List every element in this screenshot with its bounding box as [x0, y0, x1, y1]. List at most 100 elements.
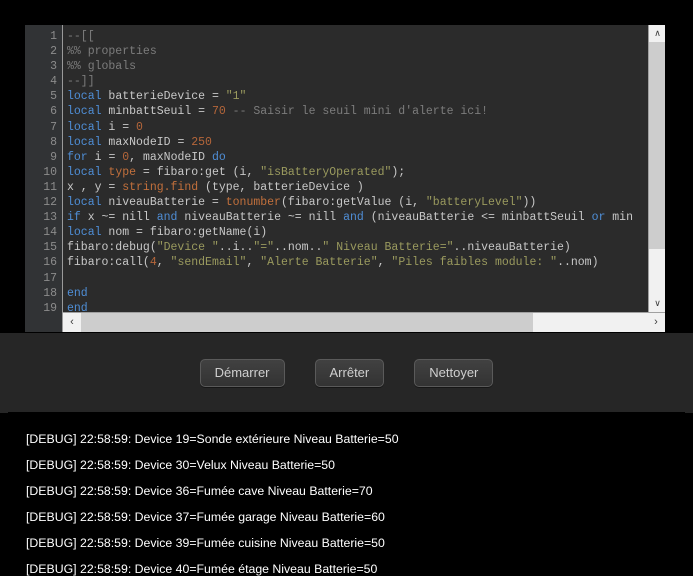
- code-token: =: [198, 105, 206, 119]
- start-button[interactable]: Démarrer: [199, 359, 285, 387]
- code-token: ..nom): [557, 256, 599, 270]
- code-token: "=": [253, 241, 275, 255]
- code-token: fibaro:call(: [67, 256, 150, 270]
- code-token: "Piles faibles module: ": [391, 256, 558, 270]
- code-token: end: [67, 301, 88, 312]
- code-line: end: [67, 286, 633, 301]
- code-token: local: [67, 90, 102, 104]
- code-token: niveauBatterie =: [101, 196, 226, 210]
- debug-log-line: [DEBUG] 22:58:59: Device 30=Velux Niveau…: [26, 458, 335, 472]
- code-editor-body: 1234567891011121314151617181920 --[[%% p…: [25, 25, 665, 312]
- code-token: 70: [211, 105, 226, 119]
- line-number: 5: [50, 90, 57, 104]
- code-token: or: [591, 211, 606, 225]
- code-token: ..niveauBatterie): [453, 241, 571, 255]
- code-token: i: [87, 150, 109, 164]
- line-number: 16: [43, 256, 57, 270]
- code-token: for: [67, 150, 88, 164]
- code-token: x ~= nill: [80, 211, 157, 225]
- clear-button[interactable]: Nettoyer: [414, 359, 494, 387]
- chevron-down-icon[interactable]: ∨: [649, 295, 665, 312]
- line-number: 15: [43, 241, 57, 255]
- code-token: 4: [149, 256, 157, 270]
- code-token: )): [522, 196, 537, 210]
- code-token: and: [156, 211, 178, 225]
- editor-horizontal-scrollbar[interactable]: ‹ ›: [63, 312, 665, 332]
- code-token: i: [101, 120, 123, 134]
- code-line: end: [67, 301, 633, 312]
- lua-code-editor[interactable]: 1234567891011121314151617181920 --[[%% p…: [25, 25, 665, 332]
- stop-button[interactable]: Arrêter: [314, 359, 385, 387]
- code-token: fibaro:debug(: [67, 241, 157, 255]
- debug-console-panel[interactable]: [DEBUG] 22:58:59: Device 19=Sonde extéri…: [8, 412, 685, 576]
- line-number: 14: [43, 226, 57, 240]
- editor-zone: 1234567891011121314151617181920 --[[%% p…: [0, 0, 693, 333]
- code-token: (fibaro:getValue (i,: [280, 196, 426, 210]
- code-line: local maxNodeID = 250: [67, 135, 633, 150]
- code-token: niveauBatterie ~= nill: [177, 211, 344, 225]
- code-token: batterieDevice: [101, 90, 212, 104]
- line-number: 1: [50, 30, 57, 43]
- code-token: "Alerte Batterie": [260, 256, 378, 270]
- code-token: minbattSeuil: [101, 105, 199, 119]
- code-token: =: [211, 90, 219, 104]
- code-token: (type, batterieDevice ): [198, 180, 364, 194]
- code-line: if x ~= nill and niveauBatterie ~= nill …: [67, 210, 633, 225]
- code-token: "batteryLevel": [425, 196, 523, 210]
- code-token: ..i..: [218, 241, 254, 255]
- code-line: fibaro:call(4, "sendEmail", "Alerte Batt…: [67, 255, 633, 270]
- line-number: 2: [50, 45, 57, 59]
- editor-vertical-scrollbar[interactable]: ∧ ∨: [648, 25, 665, 312]
- code-text-area[interactable]: --[[%% properties%% globals --]] local bat…: [63, 25, 665, 312]
- chevron-right-icon[interactable]: ›: [647, 313, 665, 332]
- code-token: --[[: [67, 30, 95, 43]
- code-token: do: [211, 150, 226, 164]
- code-token: ..nom..: [274, 241, 323, 255]
- code-token: nom = fibaro:getName(i): [101, 226, 268, 240]
- code-line: --]]: [67, 74, 633, 89]
- chevron-up-icon[interactable]: ∧: [649, 25, 665, 42]
- code-token: );: [391, 165, 406, 179]
- line-number: 18: [43, 286, 57, 300]
- code-token: local: [67, 135, 102, 149]
- code-line: %% properties: [67, 44, 633, 59]
- code-line: %% globals: [67, 59, 633, 74]
- line-number: 3: [50, 60, 57, 74]
- code-line: local minbattSeuil = 70 -- Saisir le seu…: [67, 104, 633, 119]
- code-token: ,: [246, 256, 261, 270]
- code-line: local batterieDevice = "1": [67, 89, 633, 104]
- code-token: 0: [136, 120, 143, 134]
- code-token: local: [67, 226, 102, 240]
- code-token: "1": [225, 90, 247, 104]
- code-token: local: [67, 120, 102, 134]
- scene-control-toolbar: Démarrer Arrêter Nettoyer: [0, 333, 693, 413]
- code-token: if: [67, 211, 81, 225]
- code-token: string.find: [122, 180, 199, 194]
- line-number: 11: [43, 180, 57, 194]
- code-token: tonumber: [225, 196, 281, 210]
- debug-log-line: [DEBUG] 22:58:59: Device 40=Fumée étage …: [26, 562, 378, 576]
- line-number: 13: [43, 211, 57, 225]
- line-number: 6: [50, 105, 57, 119]
- code-lines: --[[%% properties%% globals --]] local bat…: [67, 29, 633, 312]
- code-line: local i = 0: [67, 120, 633, 135]
- code-line: local niveauBatterie = tonumber(fibaro:g…: [67, 195, 633, 210]
- code-token: --]]: [67, 75, 95, 89]
- chevron-left-icon[interactable]: ‹: [63, 313, 81, 332]
- code-token: , maxNodeID: [129, 150, 212, 164]
- code-token: type: [108, 165, 137, 179]
- line-number: 7: [50, 120, 57, 134]
- horizontal-scrollbar-thumb[interactable]: [81, 313, 533, 332]
- code-token: local: [67, 165, 102, 179]
- code-line: fibaro:debug("Device "..i.."="..nom.." N…: [67, 240, 633, 255]
- code-token: %% globals: [67, 60, 137, 74]
- code-token: local: [67, 105, 102, 119]
- debug-log-line: [DEBUG] 22:58:59: Device 39=Fumée cuisin…: [26, 536, 385, 550]
- line-number: 9: [50, 150, 57, 164]
- vertical-scrollbar-thumb[interactable]: [649, 42, 665, 249]
- debug-log-line: [DEBUG] 22:58:59: Device 36=Fumée cave N…: [26, 484, 373, 498]
- code-token: ,: [156, 256, 171, 270]
- debug-log-line: [DEBUG] 22:58:59: Device 37=Fumée garage…: [26, 510, 385, 524]
